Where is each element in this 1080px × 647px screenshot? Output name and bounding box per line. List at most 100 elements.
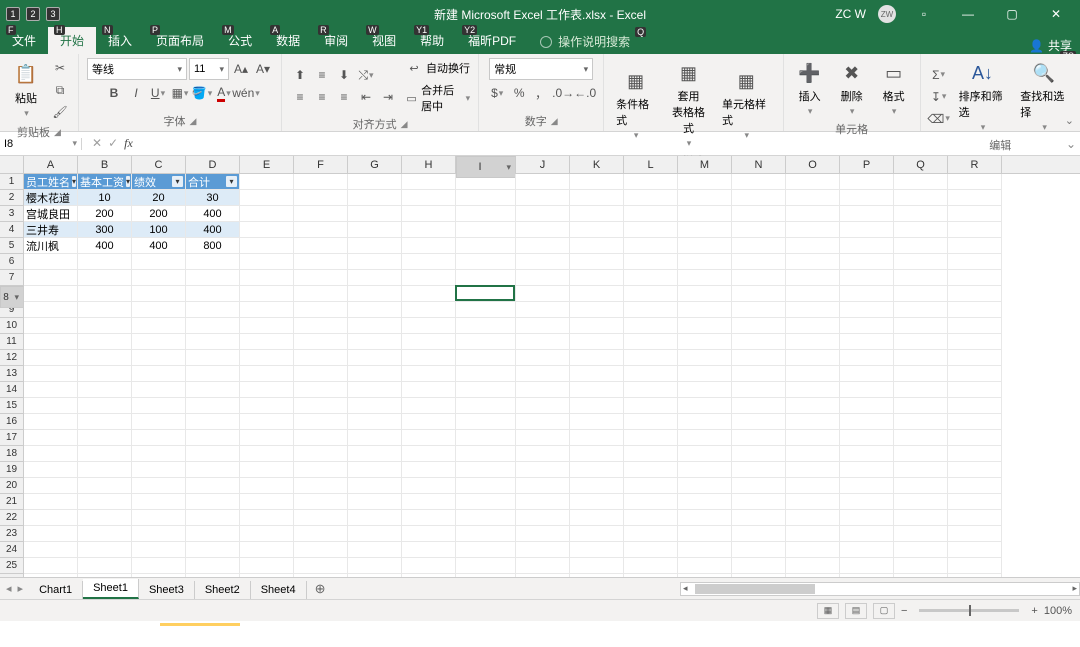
cell-L2[interactable] <box>624 190 678 206</box>
cell-H9[interactable] <box>402 302 456 318</box>
increase-font-button[interactable]: A▴ <box>231 59 251 79</box>
cell-A18[interactable] <box>24 446 78 462</box>
format-cells-button[interactable]: ▭格式▾ <box>876 58 912 119</box>
cell-F8[interactable] <box>294 286 348 302</box>
cell-H7[interactable] <box>402 270 456 286</box>
row-header[interactable]: 23 <box>0 526 24 542</box>
cell-Q8[interactable] <box>894 286 948 302</box>
cell-A19[interactable] <box>24 462 78 478</box>
cell-M22[interactable] <box>678 510 732 526</box>
cell-G6[interactable] <box>348 254 402 270</box>
cell-G13[interactable] <box>348 366 402 382</box>
cell-D13[interactable] <box>186 366 240 382</box>
cell-F5[interactable] <box>294 238 348 254</box>
sheet-tab-sheet1[interactable]: Sheet1 <box>83 579 139 599</box>
cell-O19[interactable] <box>786 462 840 478</box>
cell-I26[interactable] <box>456 574 516 577</box>
cell-I13[interactable] <box>456 366 516 382</box>
cell-R9[interactable] <box>948 302 1002 318</box>
cell-I20[interactable] <box>456 478 516 494</box>
cell-C9[interactable] <box>132 302 186 318</box>
cell-N24[interactable] <box>732 542 786 558</box>
cell-F4[interactable] <box>294 222 348 238</box>
cell-H3[interactable] <box>402 206 456 222</box>
cell-M6[interactable] <box>678 254 732 270</box>
cell-O25[interactable] <box>786 558 840 574</box>
cell-J5[interactable] <box>516 238 570 254</box>
column-header-C[interactable]: C <box>132 156 186 173</box>
cell-M17[interactable] <box>678 430 732 446</box>
cell-G14[interactable] <box>348 382 402 398</box>
cell-G8[interactable] <box>348 286 402 302</box>
cell-K25[interactable] <box>570 558 624 574</box>
cell-E14[interactable] <box>240 382 294 398</box>
cell-A23[interactable] <box>24 526 78 542</box>
underline-button[interactable]: U▾ <box>148 83 168 103</box>
cell-F6[interactable] <box>294 254 348 270</box>
cell-Q5[interactable] <box>894 238 948 254</box>
cell-L16[interactable] <box>624 414 678 430</box>
row-header[interactable]: 17 <box>0 430 24 446</box>
cell-G26[interactable] <box>348 574 402 577</box>
cell-O24[interactable] <box>786 542 840 558</box>
fill-button[interactable]: ↧▾ <box>929 87 949 107</box>
cell-A24[interactable] <box>24 542 78 558</box>
cell-O22[interactable] <box>786 510 840 526</box>
cell-B22[interactable] <box>78 510 132 526</box>
cell-I4[interactable] <box>456 222 516 238</box>
cell-F3[interactable] <box>294 206 348 222</box>
cell-O13[interactable] <box>786 366 840 382</box>
cell-Q16[interactable] <box>894 414 948 430</box>
cell-F2[interactable] <box>294 190 348 206</box>
row-header[interactable]: 10 <box>0 318 24 334</box>
row-header[interactable]: 7 <box>0 270 24 286</box>
cell-D4[interactable]: 400 <box>186 222 240 238</box>
cell-E5[interactable] <box>240 238 294 254</box>
cell-G20[interactable] <box>348 478 402 494</box>
cell-I8[interactable] <box>456 286 516 302</box>
insert-function-button[interactable]: fx <box>124 136 133 151</box>
cell-O26[interactable] <box>786 574 840 577</box>
cell-L26[interactable] <box>624 574 678 577</box>
cell-K15[interactable] <box>570 398 624 414</box>
cell-F26[interactable] <box>294 574 348 577</box>
maximize-button[interactable]: ▢ <box>996 7 1028 21</box>
cell-C16[interactable] <box>132 414 186 430</box>
cell-L3[interactable] <box>624 206 678 222</box>
cell-F20[interactable] <box>294 478 348 494</box>
cell-Q15[interactable] <box>894 398 948 414</box>
cell-R20[interactable] <box>948 478 1002 494</box>
cell-B2[interactable]: 10 <box>78 190 132 206</box>
cell-B9[interactable] <box>78 302 132 318</box>
cell-C10[interactable] <box>132 318 186 334</box>
cell-B14[interactable] <box>78 382 132 398</box>
cell-A1[interactable]: 员工姓名▾ <box>24 174 78 190</box>
cell-L11[interactable] <box>624 334 678 350</box>
tab-help[interactable]: 帮助Y1 <box>408 27 456 54</box>
dialog-launcher-icon[interactable]: ◢ <box>551 116 558 127</box>
cell-K21[interactable] <box>570 494 624 510</box>
cell-J17[interactable] <box>516 430 570 446</box>
cell-I24[interactable] <box>456 542 516 558</box>
cell-K26[interactable] <box>570 574 624 577</box>
cell-K19[interactable] <box>570 462 624 478</box>
cell-C7[interactable] <box>132 270 186 286</box>
cell-P18[interactable] <box>840 446 894 462</box>
cell-R17[interactable] <box>948 430 1002 446</box>
cell-H23[interactable] <box>402 526 456 542</box>
align-bottom-button[interactable]: ⬇ <box>334 65 354 85</box>
cell-O11[interactable] <box>786 334 840 350</box>
cell-R23[interactable] <box>948 526 1002 542</box>
cell-B8[interactable] <box>78 286 132 302</box>
cell-G11[interactable] <box>348 334 402 350</box>
autosum-button[interactable]: Σ▾ <box>929 65 949 85</box>
cell-B21[interactable] <box>78 494 132 510</box>
cell-B15[interactable] <box>78 398 132 414</box>
cell-K14[interactable] <box>570 382 624 398</box>
cell-A8[interactable] <box>24 286 78 302</box>
cell-D23[interactable] <box>186 526 240 542</box>
grid-rows[interactable]: 1员工姓名▾基本工资▾绩效▾合计▾2樱木花道1020303宫城良田2002004… <box>0 174 1080 577</box>
cell-K9[interactable] <box>570 302 624 318</box>
cell-K22[interactable] <box>570 510 624 526</box>
cell-Q1[interactable] <box>894 174 948 190</box>
